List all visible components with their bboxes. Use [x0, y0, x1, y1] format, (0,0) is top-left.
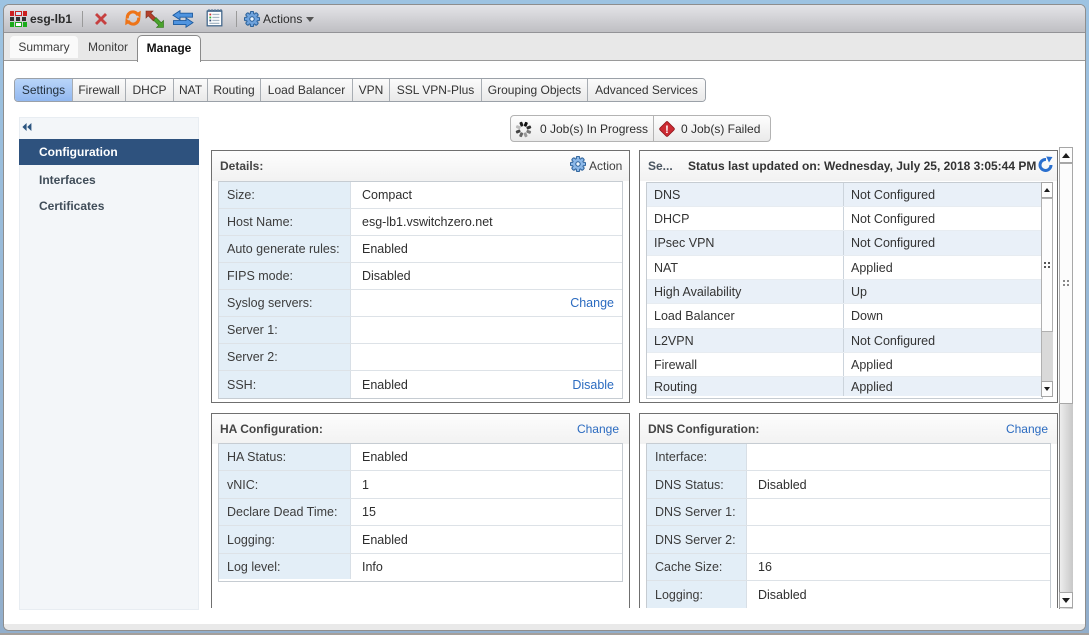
- svg-text:!: !: [665, 124, 669, 136]
